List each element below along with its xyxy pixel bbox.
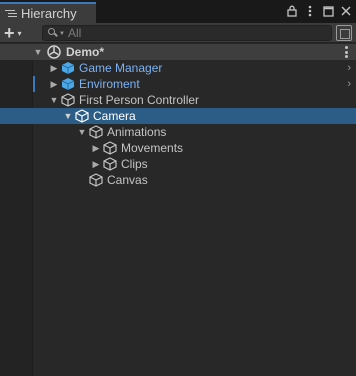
tree-row-movements[interactable]: ▶ Movements	[0, 140, 356, 156]
tree-row-canvas[interactable]: Canvas	[0, 172, 356, 188]
scene-menu-icon[interactable]	[345, 46, 348, 58]
foldout-closed-icon[interactable]: ▶	[91, 140, 101, 156]
tree-item-label: Clips	[121, 157, 148, 171]
foldout-closed-icon[interactable]: ▶	[49, 60, 59, 76]
foldout-open-icon[interactable]: ▼	[63, 108, 73, 124]
search-icon[interactable]: ▼	[48, 28, 65, 38]
prefab-open-icon[interactable]: ›	[347, 60, 351, 76]
close-icon[interactable]	[340, 4, 352, 18]
tree-row-animations[interactable]: ▼ Animations	[0, 124, 356, 140]
unity-scene-icon	[47, 45, 61, 59]
tree-row-camera[interactable]: ▼ Camera	[0, 108, 356, 124]
tree-row-first-person-controller[interactable]: ▼ First Person Controller	[0, 92, 356, 108]
tab-hierarchy[interactable]: Hierarchy	[0, 2, 96, 23]
tab-hierarchy-label: Hierarchy	[21, 6, 77, 21]
gameobject-cube-icon	[75, 109, 89, 123]
chevron-down-icon: ▾	[17, 28, 22, 38]
maximize-icon[interactable]	[322, 4, 334, 18]
tree-item-label: Enviroment	[79, 77, 140, 91]
tree-item-label: First Person Controller	[79, 93, 200, 107]
foldout-open-icon[interactable]: ▼	[49, 92, 59, 108]
tree-item-label: Canvas	[107, 173, 148, 187]
hierarchy-list-icon	[5, 9, 17, 19]
plus-icon: +	[4, 23, 15, 43]
window-tab-bar: Hierarchy	[0, 0, 356, 23]
tree-row-game-manager[interactable]: ▶ Game Manager ›	[0, 60, 356, 76]
prefab-cube-icon	[61, 62, 75, 74]
hierarchy-tree: ▼ Demo* ▶ Game Manager › ▶ Enviroment › …	[0, 44, 356, 376]
window-controls	[286, 4, 352, 18]
tree-item-label: Animations	[107, 125, 167, 139]
scene-row-demo[interactable]: ▼ Demo*	[0, 44, 356, 60]
prefab-override-marker	[33, 76, 35, 92]
tree-row-enviroment[interactable]: ▶ Enviroment ›	[0, 76, 356, 92]
foldout-open-icon[interactable]: ▼	[77, 124, 87, 140]
search-input[interactable]	[68, 26, 308, 40]
tree-row-clips[interactable]: ▶ Clips	[0, 156, 356, 172]
foldout-open-icon[interactable]: ▼	[33, 44, 43, 60]
gameobject-cube-icon	[89, 173, 103, 187]
scene-label: Demo*	[66, 45, 105, 59]
gameobject-cube-icon	[61, 93, 75, 107]
search-field[interactable]: ▼	[42, 25, 332, 41]
tree-item-label: Movements	[121, 141, 184, 155]
foldout-closed-icon[interactable]: ▶	[49, 76, 59, 92]
add-object-button[interactable]: + ▾	[4, 24, 22, 42]
gameobject-cube-icon	[103, 141, 117, 155]
foldout-closed-icon[interactable]: ▶	[91, 156, 101, 172]
prefab-open-icon[interactable]: ›	[347, 76, 351, 92]
panel-menu-icon[interactable]	[304, 4, 316, 18]
scene-visibility-icon[interactable]	[336, 25, 352, 41]
lock-icon[interactable]	[286, 4, 298, 18]
gameobject-cube-icon	[103, 157, 117, 171]
prefab-cube-icon	[61, 78, 75, 90]
tree-item-label: Camera	[93, 109, 136, 123]
gameobject-cube-icon	[89, 125, 103, 139]
tree-item-label: Game Manager	[79, 61, 163, 75]
hierarchy-toolbar: + ▾ ▼	[0, 23, 356, 43]
